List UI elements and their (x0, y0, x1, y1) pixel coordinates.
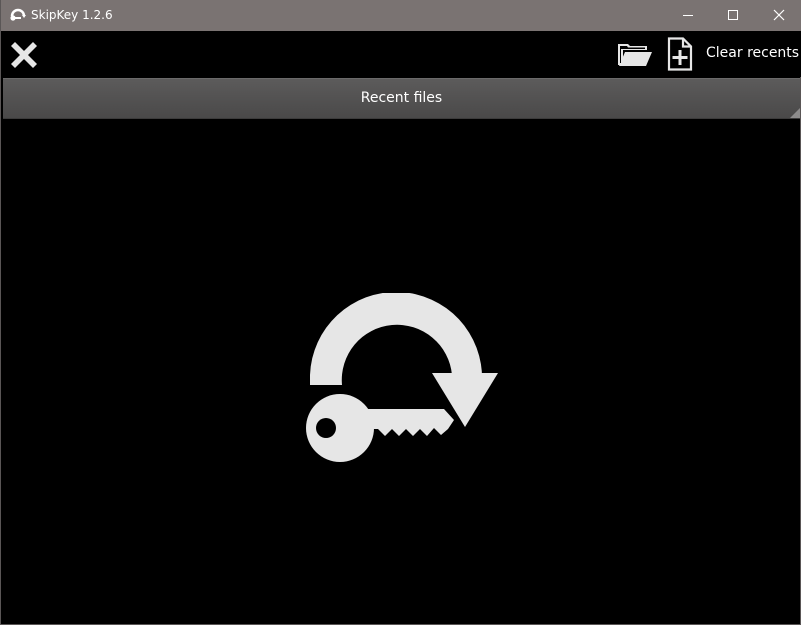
toolbar: Clear recents (1, 31, 801, 77)
minimize-icon (683, 15, 693, 16)
open-folder-icon[interactable] (617, 40, 653, 68)
app-window: SkipKey 1.2.6 Clear recents Recent files (0, 0, 801, 625)
maximize-icon (728, 10, 738, 20)
clear-recents-button[interactable]: Clear recents (706, 45, 799, 62)
recent-files-label: Recent files (360, 90, 443, 106)
key-rotate-logo-icon (306, 293, 498, 462)
close-window-button[interactable] (756, 0, 801, 31)
app-logo-icon (10, 8, 26, 21)
window-title: SkipKey 1.2.6 (31, 8, 113, 22)
maximize-button[interactable] (710, 0, 756, 31)
close-x-icon[interactable] (9, 40, 39, 70)
close-icon (773, 9, 785, 21)
new-file-icon[interactable] (667, 37, 693, 71)
minimize-button[interactable] (665, 0, 711, 31)
recent-files-header[interactable]: Recent files (3, 78, 800, 119)
header-corner-mark (790, 108, 800, 118)
recent-files-area (1, 120, 800, 624)
title-bar[interactable]: SkipKey 1.2.6 (1, 0, 801, 31)
